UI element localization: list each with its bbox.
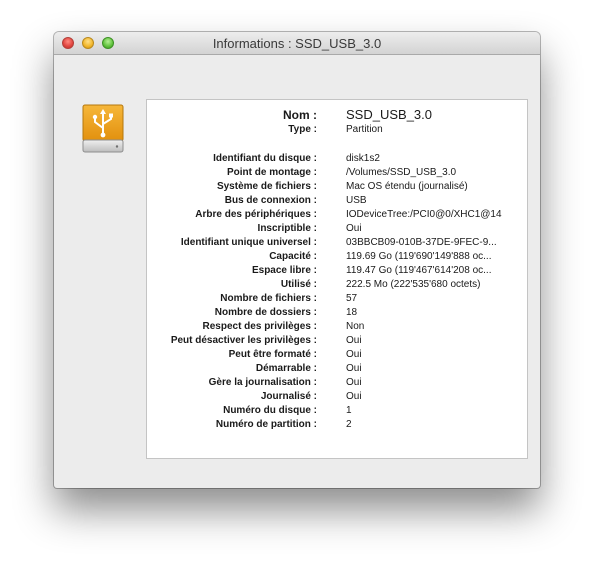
value-device-tree: IODeviceTree:/PCI0@0/XHC1@14 (346, 209, 502, 220)
info-row-journaled: Journalisé : Oui (147, 390, 527, 404)
title-bar[interactable]: Informations : SSD_USB_3.0 (54, 32, 540, 55)
info-row-file-count: Nombre de fichiers : 57 (147, 292, 527, 306)
info-row-free-space: Espace libre : 119.47 Go (119'467'614'20… (147, 264, 527, 278)
info-row-mount-point: Point de montage : /Volumes/SSD_USB_3.0 (147, 166, 527, 180)
label-name: Nom : (283, 108, 317, 122)
label-capacity: Capacité : (269, 251, 317, 262)
info-row-connection-bus: Bus de connexion : USB (147, 194, 527, 208)
value-owners-enabled: Non (346, 321, 365, 332)
info-row-supports-journaling: Gère la journalisation : Oui (147, 376, 527, 390)
value-type: Partition (346, 124, 383, 135)
info-row-owners-enabled: Respect des privilèges : Non (147, 320, 527, 334)
value-bootable: Oui (346, 363, 362, 374)
value-supports-journaling: Oui (346, 377, 362, 388)
value-free-space: 119.47 Go (119'467'614'208 oc... (346, 265, 492, 276)
value-can-format: Oui (346, 349, 362, 360)
value-partition-number: 2 (346, 419, 352, 430)
value-writable: Oui (346, 223, 362, 234)
info-row-used: Utilisé : 222.5 Mo (222'535'680 octets) (147, 278, 527, 292)
info-window: Informations : SSD_USB_3.0 Nom : SSD_USB… (54, 32, 540, 488)
label-device-tree: Arbre des périphériques : (195, 209, 317, 220)
label-supports-journaling: Gère la journalisation : (208, 377, 317, 388)
label-disk-id: Identifiant du disque : (213, 153, 317, 164)
value-file-count: 57 (346, 293, 358, 304)
label-can-format: Peut être formaté : (228, 349, 317, 360)
label-mount-point: Point de montage : (227, 167, 317, 178)
label-connection-bus: Bus de connexion : (224, 195, 317, 206)
info-row-partition-number: Numéro de partition : 2 (147, 418, 527, 432)
label-file-count: Nombre de fichiers : (220, 293, 317, 304)
value-folder-count: 18 (346, 307, 358, 318)
label-folder-count: Nombre de dossiers : (214, 307, 317, 318)
info-row-folder-count: Nombre de dossiers : 18 (147, 306, 527, 320)
label-bootable: Démarrable : (255, 363, 317, 374)
value-capacity: 119.69 Go (119'690'149'888 oc... (346, 251, 492, 262)
value-disk-number: 1 (346, 405, 352, 416)
value-name: SSD_USB_3.0 (346, 108, 432, 122)
label-journaled: Journalisé : (260, 391, 317, 402)
info-row-bootable: Démarrable : Oui (147, 362, 527, 376)
value-journaled: Oui (346, 391, 362, 402)
info-row-disk-number: Numéro du disque : 1 (147, 404, 527, 418)
label-used: Utilisé : (280, 279, 317, 290)
label-type: Type : (288, 124, 317, 135)
info-row-device-tree: Arbre des périphériques : IODeviceTree:/… (147, 208, 527, 222)
info-row-type: Type : Partition (147, 123, 527, 137)
value-uuid: 03BBCB09-010B-37DE-9FEC-9... (346, 237, 497, 248)
value-mount-point: /Volumes/SSD_USB_3.0 (346, 167, 457, 178)
info-row-disk-id: Identifiant du disque : disk1s2 (147, 152, 527, 166)
value-can-disable-owners: Oui (346, 335, 362, 346)
info-row-name: Nom : SSD_USB_3.0 (147, 108, 527, 122)
value-used: 222.5 Mo (222'535'680 octets) (346, 279, 481, 290)
info-row-can-disable-owners: Peut désactiver les privilèges : Oui (147, 334, 527, 348)
info-row-capacity: Capacité : 119.69 Go (119'690'149'888 oc… (147, 250, 527, 264)
label-can-disable-owners: Peut désactiver les privilèges : (170, 335, 317, 346)
label-free-space: Espace libre : (251, 265, 317, 276)
label-file-system: Système de fichiers : (216, 181, 317, 192)
label-writable: Inscriptible : (257, 223, 317, 234)
info-row-uuid: Identifiant unique universel : 03BBCB09-… (147, 236, 527, 250)
label-disk-number: Numéro du disque : (223, 405, 317, 416)
usb-drive-icon (82, 104, 124, 153)
value-connection-bus: USB (346, 195, 367, 206)
label-uuid: Identifiant unique universel : (180, 237, 317, 248)
label-owners-enabled: Respect des privilèges : (202, 321, 318, 332)
value-file-system: Mac OS étendu (journalisé) (346, 181, 468, 192)
info-row-writable: Inscriptible : Oui (147, 222, 527, 236)
label-partition-number: Numéro de partition : (215, 419, 317, 430)
window-title: Informations : SSD_USB_3.0 (212, 36, 382, 51)
info-row-can-format: Peut être formaté : Oui (147, 348, 527, 362)
info-panel: Nom : SSD_USB_3.0 Type : Partition Ident… (146, 99, 528, 459)
value-disk-id: disk1s2 (346, 153, 380, 164)
info-row-file-system: Système de fichiers : Mac OS étendu (jou… (147, 180, 527, 194)
